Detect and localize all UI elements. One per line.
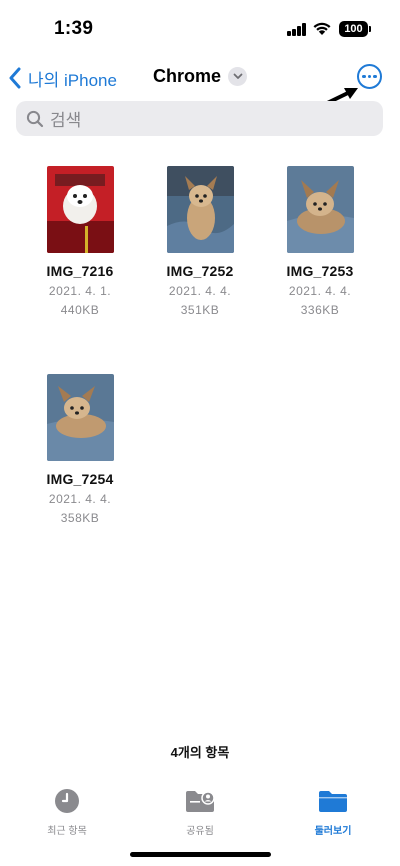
search-input[interactable]: 검색 (16, 101, 383, 136)
file-thumbnail (46, 166, 114, 253)
folder-icon (319, 791, 347, 812)
file-item[interactable]: IMG_7216 2021. 4. 1. 440KB (25, 166, 135, 317)
file-thumbnail (46, 374, 114, 461)
battery-tip (369, 26, 371, 32)
file-date: 2021. 4. 1. (48, 284, 112, 298)
back-button-label: 나의 iPhone (28, 70, 117, 90)
file-item[interactable]: IMG_7252 2021. 4. 4. 351KB (145, 166, 255, 317)
file-size: 358KB (60, 511, 100, 525)
status-bar: 1:39 100 (0, 0, 400, 56)
file-name: IMG_7254 (46, 471, 114, 487)
file-date: 2021. 4. 4. (48, 492, 112, 506)
tab-label: 둘러보기 (314, 826, 352, 837)
tab-label: 최근 항목 (47, 826, 87, 837)
ellipsis-icon (362, 74, 366, 79)
file-thumbnail (166, 166, 234, 253)
file-date: 2021. 4. 4. (168, 284, 232, 298)
file-date: 2021. 4. 4. (288, 284, 352, 298)
shared-folder-icon (186, 791, 215, 812)
tab-recents[interactable]: 최근 항목 (17, 788, 117, 837)
tab-bar: 최근 항목 공유됨 둘러보기 (0, 778, 400, 838)
home-indicator[interactable] (130, 852, 271, 857)
file-name: IMG_7253 (286, 263, 354, 279)
search-placeholder: 검색 (50, 111, 82, 130)
file-thumbnail (286, 166, 354, 253)
tab-label: 공유됨 (186, 826, 214, 837)
battery-indicator: 100 (339, 21, 368, 37)
cellular-signal-icon (287, 23, 307, 36)
clock-icon (55, 789, 79, 813)
file-name: IMG_7252 (166, 263, 234, 279)
item-count: 4개의 항목 (170, 745, 230, 760)
status-time: 1:39 (54, 18, 94, 39)
file-item[interactable]: IMG_7254 2021. 4. 4. 358KB (25, 374, 135, 525)
title-menu-button[interactable] (228, 67, 247, 86)
file-size: 336KB (300, 303, 340, 317)
file-item[interactable]: IMG_7253 2021. 4. 4. 336KB (265, 166, 375, 317)
chevron-left-icon (9, 67, 21, 89)
back-button[interactable]: 나의 iPhone (8, 64, 117, 92)
page-title: Chrome (153, 66, 222, 86)
chevron-down-icon (233, 73, 242, 79)
file-size: 440KB (60, 303, 100, 317)
file-size: 351KB (180, 303, 220, 317)
search-icon (26, 110, 44, 127)
wifi-icon (313, 22, 331, 35)
tab-browse[interactable]: 둘러보기 (283, 788, 383, 837)
file-name: IMG_7216 (46, 263, 114, 279)
tab-shared[interactable]: 공유됨 (150, 788, 250, 837)
